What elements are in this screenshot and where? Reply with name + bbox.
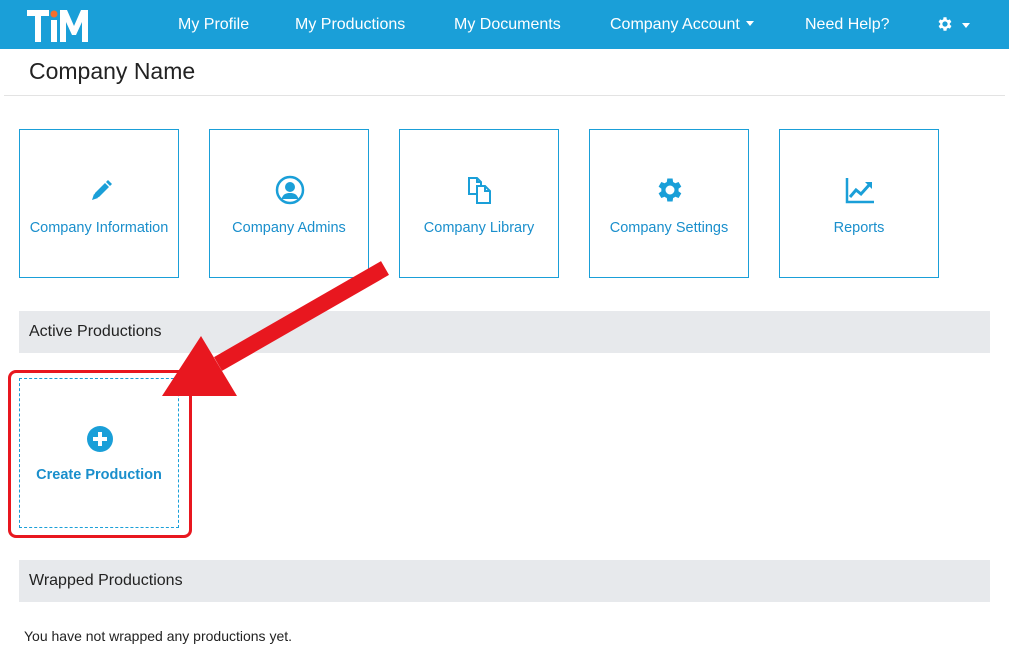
empty-state-message: You have not wrapped any productions yet… — [24, 628, 293, 644]
nav-my-productions[interactable]: My Productions — [295, 0, 405, 49]
tim-logo[interactable] — [27, 8, 91, 44]
active-productions-header: Active Productions — [19, 311, 990, 353]
gear-icon — [658, 178, 682, 202]
page-title: Company Name — [29, 58, 196, 84]
create-production-label: Create Production — [36, 467, 162, 483]
nav-company-account-label: Company Account — [610, 16, 740, 33]
nav-my-profile[interactable]: My Profile — [178, 0, 249, 49]
nav-need-help[interactable]: Need Help? — [805, 0, 890, 49]
tile-company-settings[interactable]: Company Settings — [589, 129, 749, 278]
plus-circle-icon — [87, 426, 113, 452]
divider — [4, 95, 1005, 96]
tile-label: Company Library — [423, 220, 535, 236]
caret-down-icon[interactable] — [962, 23, 970, 28]
line-chart-icon — [845, 178, 874, 204]
tile-label: Company Admins — [232, 220, 346, 236]
tile-label: Reports — [833, 220, 885, 236]
tile-company-information[interactable]: Company Information — [19, 129, 179, 278]
nav-my-documents[interactable]: My Documents — [454, 0, 561, 49]
nav-company-account[interactable]: Company Account — [610, 0, 754, 49]
create-production-button[interactable]: Create Production — [19, 378, 179, 528]
copy-documents-icon — [468, 177, 491, 204]
user-circle-icon — [275, 175, 305, 205]
wrapped-productions-header: Wrapped Productions — [19, 560, 990, 602]
caret-down-icon — [745, 21, 754, 27]
tile-company-admins[interactable]: Company Admins — [209, 129, 369, 278]
gear-icon[interactable] — [936, 15, 954, 33]
tile-label: Company Settings — [609, 220, 729, 236]
pencil-icon — [92, 180, 112, 200]
top-navbar: My Profile My Productions My Documents C… — [0, 0, 1009, 49]
tile-label: Company Information — [29, 220, 169, 236]
tile-company-library[interactable]: Company Library — [399, 129, 559, 278]
tile-reports[interactable]: Reports — [779, 129, 939, 278]
